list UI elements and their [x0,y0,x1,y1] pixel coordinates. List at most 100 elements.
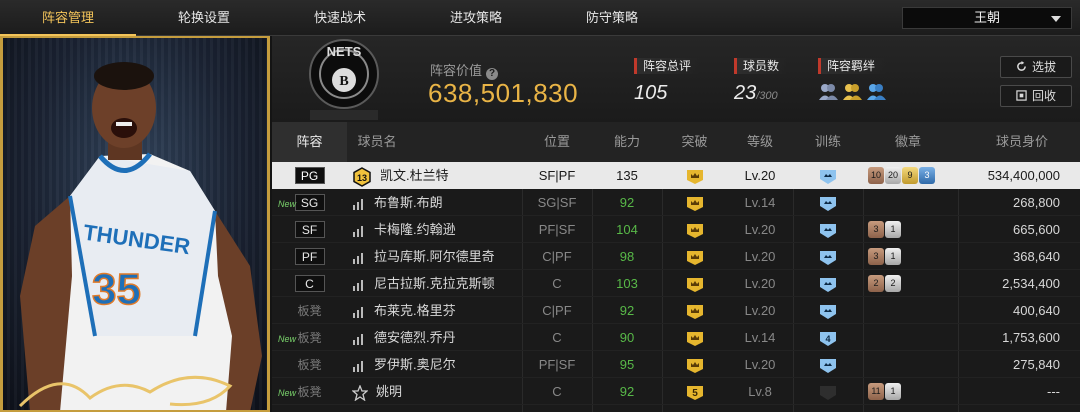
select-button[interactable]: 选拔 [1000,56,1072,78]
top-nav: 阵容管理 轮换设置 快速战术 进攻策略 防守策略 王朝 [0,0,1080,36]
roster-table: 阵容 球员名 位置 能力 突破 等级 训练 徽章 球员身价 PG 13 凯文.杜兰特… [272,122,1080,412]
badge-bronze: 10 [868,167,884,184]
position-cell: C [552,276,562,291]
slot-label: 板凳 [297,385,322,399]
player-value-cell: 368,640 [1013,249,1060,264]
table-row[interactable]: C 尼古拉斯.克拉克斯顿 C 103 Lv.20 2 2 2,534,400 [272,270,1080,297]
crown-shield-icon [686,358,703,373]
player-name-cell[interactable]: 布鲁斯.布朗 [352,189,522,216]
position-cell: PF|SF [538,357,576,372]
training-shield-icon [820,358,836,373]
training-cell[interactable] [793,243,863,270]
tab-rotation-settings[interactable]: 轮换设置 [136,0,272,36]
training-cell[interactable] [793,162,863,189]
recycle-button[interactable]: 回收 [1000,85,1072,107]
lineup-header: NETS B 阵容价值? 638,501,830 阵容总评 105 球员数 23… [272,36,1080,122]
slot-label: 板凳 [297,358,322,372]
position-cell: SF|PF [538,168,576,183]
svg-text:13: 13 [357,173,367,183]
tab-offense-strategy[interactable]: 进攻策略 [408,0,544,36]
col-value[interactable]: 球员身价 [972,122,1072,162]
table-row[interactable]: New 板凳 姚明 C 92 5 Lv.8 11 1 --- [272,378,1080,405]
ability-cell: 92 [619,195,635,210]
level-cell: Lv.20 [744,222,776,237]
table-header: 阵容 球员名 位置 能力 突破 等级 训练 徽章 球员身价 [272,122,1080,162]
badges-group[interactable]: 31 [868,216,901,243]
breakthrough-cell[interactable] [662,324,727,351]
col-position[interactable]: 位置 [522,122,592,162]
breakthrough-cell[interactable] [662,162,727,189]
badges-group[interactable]: 22 [868,270,901,297]
stats-bars-icon [353,333,363,345]
training-cell[interactable] [793,378,863,405]
training-cell[interactable] [793,351,863,378]
player-name: 罗伊斯.奥尼尔 [374,357,456,372]
player-value-cell: 665,600 [1013,222,1060,237]
slot-cell: PF [272,243,347,270]
badges-group[interactable]: 10 20 9 3 [868,162,935,189]
breakthrough-cell[interactable]: 5 [662,378,727,405]
table-row[interactable]: 板凳 布莱克.格里芬 C|PF 92 Lv.20 400,640 [272,297,1080,324]
col-name[interactable]: 球员名 [352,122,402,162]
training-cell[interactable] [793,189,863,216]
breakthrough-cell[interactable] [662,243,727,270]
lineup-value: 638,501,830 [428,78,579,108]
breakthrough-cell[interactable] [662,297,727,324]
training-cell[interactable] [793,270,863,297]
training-shield-icon [820,169,836,184]
breakthrough-cell[interactable] [662,216,727,243]
training-shield-icon [820,223,836,238]
player-name-cell[interactable]: 卡梅隆.约翰逊 [352,216,522,243]
players-count: 23/300 [734,82,778,104]
table-row[interactable]: 板凳 罗伊斯.奥尼尔 PF|SF 95 Lv.20 275,840 [272,351,1080,378]
table-row[interactable]: New 板凳 德安德烈.乔丹 C 90 Lv.14 4 1,753,600 [272,324,1080,351]
breakthrough-cell[interactable] [662,270,727,297]
slot-cell: C [272,270,347,297]
level-shield-icon: 5 [686,385,703,400]
tab-lineup-management[interactable]: 阵容管理 [0,0,136,36]
badges-group[interactable]: 11 1 [868,378,901,405]
position-cell: C|PF [542,249,572,264]
table-row[interactable]: New SG 布鲁斯.布朗 SG|SF 92 Lv.14 268,800 [272,189,1080,216]
col-training[interactable]: 训练 [793,122,863,162]
breakthrough-cell[interactable] [662,351,727,378]
player-name-cell[interactable]: 13 凯文.杜兰特 [352,162,522,189]
player-name-cell[interactable]: 罗伊斯.奥尼尔 [352,351,522,378]
badge-blue: 3 [919,167,935,184]
player-name-cell[interactable]: 拉马库斯.阿尔德里奇 [352,243,522,270]
player-name-cell[interactable]: 布莱克.格里芬 [352,297,522,324]
bond-blue-users-icon[interactable] [866,82,886,100]
training-cell[interactable] [793,216,863,243]
col-badges[interactable]: 徽章 [863,122,953,162]
col-level[interactable]: 等级 [727,122,793,162]
badge-bronze: 3 [868,221,884,238]
badge-silver: 1 [885,221,901,238]
tab-defense-strategy[interactable]: 防守策略 [544,0,680,36]
bond-gold-users-icon[interactable] [842,82,862,100]
breakthrough-cell[interactable] [662,189,727,216]
table-row[interactable]: SF 卡梅隆.约翰逊 PF|SF 104 Lv.20 3 1 665,600 [272,216,1080,243]
col-breakthrough[interactable]: 突破 [662,122,727,162]
training-cell[interactable] [793,297,863,324]
training-cell[interactable]: 4 [793,324,863,351]
ability-cell: 98 [619,249,635,264]
badges-group[interactable]: 31 [868,243,901,270]
player-name-cell[interactable]: 尼古拉斯.克拉克斯顿 [352,270,522,297]
table-row[interactable]: PG 13 凯文.杜兰特 SF|PF 135 Lv.20 10 20 9 3 534,400,000 [272,162,1080,189]
slot-cell: 板凳 [272,297,347,324]
players-stat: 球员数 23/300 [734,58,788,105]
level-cell: Lv.20 [744,168,776,183]
rank-hex-icon: 13 [353,166,371,187]
player-name-cell[interactable]: 德安德烈.乔丹 [352,324,522,351]
tab-quick-tactics[interactable]: 快速战术 [272,0,408,36]
new-tag: New [278,388,297,398]
table-row[interactable]: PF 拉马库斯.阿尔德里奇 C|PF 98 Lv.20 3 1 368,640 [272,243,1080,270]
col-ability[interactable]: 能力 [592,122,662,162]
position-cell: C|PF [542,303,572,318]
player-name-cell[interactable]: 姚明 [352,378,522,405]
team-select[interactable]: 王朝 [902,7,1072,29]
stats-bars-icon [353,225,363,237]
bond-users-icon[interactable] [818,82,838,100]
player-portrait: THUNDER 35 [0,36,270,412]
col-slot[interactable]: 阵容 [272,122,347,162]
